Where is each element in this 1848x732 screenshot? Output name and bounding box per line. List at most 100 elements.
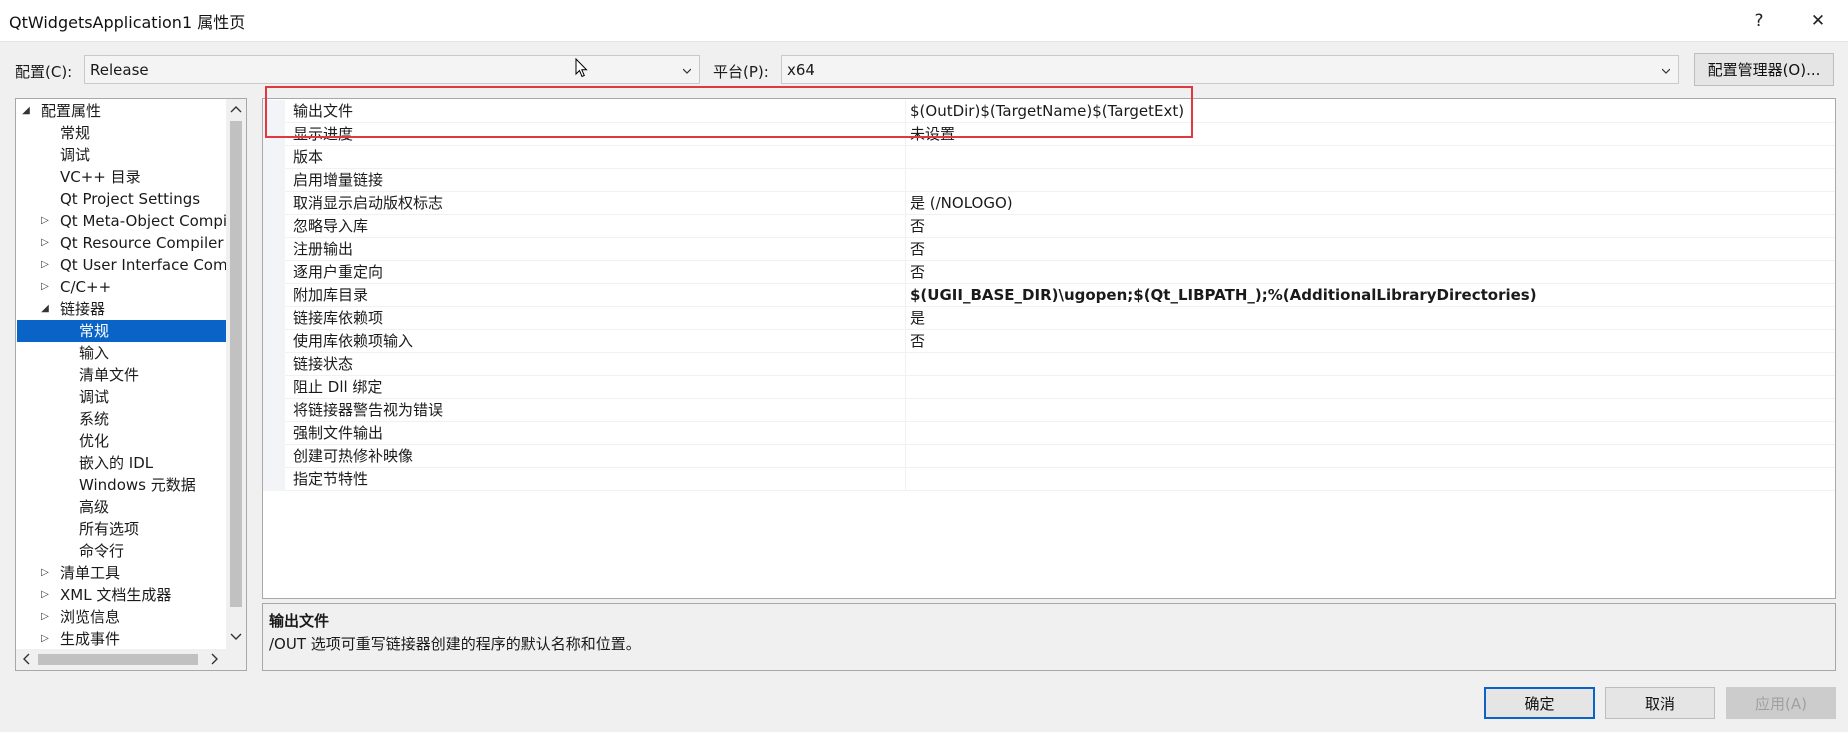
property-row[interactable]: 取消显示启动版权标志 是 (/NOLOGO) [263,192,1835,215]
tree-vertical-scrollbar[interactable] [226,99,246,649]
tree-item[interactable]: ▷ 生成事件 [17,628,226,650]
config-dropdown[interactable]: Release [84,55,700,84]
property-value[interactable] [905,353,1835,376]
property-value[interactable]: 否 [905,215,1835,238]
property-row[interactable]: 输出文件 $(OutDir)$(TargetName)$(TargetExt) [263,100,1835,123]
tree-item-label: 清单文件 [79,366,140,384]
tree-item[interactable]: ▷ XML 文档生成器 [17,584,226,606]
close-icon: ✕ [1810,11,1826,31]
property-row[interactable]: 强制文件输出 [263,422,1835,445]
scroll-left-icon[interactable] [20,652,34,666]
tree-item[interactable]: ◢ 配置属性 [17,100,226,122]
help-button[interactable]: ? [1730,0,1788,42]
tree-item[interactable]: 调试 [17,144,226,166]
property-row[interactable]: 指定节特性 [263,468,1835,491]
property-value[interactable]: 否 [905,330,1835,353]
tree-item[interactable]: VC++ 目录 [17,166,226,188]
tree-item[interactable]: ▷ Qt Meta-Object Compi [17,210,226,232]
property-value[interactable]: 是 (/NOLOGO) [905,192,1835,215]
tree-horizontal-scroll-thumb[interactable] [38,654,198,665]
property-row[interactable]: 启用增量链接 [263,169,1835,192]
tree-item[interactable]: 所有选项 [17,518,226,540]
collapsed-arrow-icon[interactable]: ▷ [39,628,51,650]
tree-item-label: 生成事件 [60,630,121,648]
property-row[interactable]: 注册输出 否 [263,238,1835,261]
collapsed-arrow-icon[interactable]: ▷ [39,210,51,232]
property-value[interactable] [905,468,1835,491]
platform-label: 平台(P): [713,63,769,81]
property-value[interactable]: $(OutDir)$(TargetName)$(TargetExt) [905,100,1835,123]
ok-button[interactable]: 确定 [1484,687,1595,719]
tree-item-label: 系统 [79,410,110,428]
property-row[interactable]: 链接库依赖项 是 [263,307,1835,330]
platform-dropdown[interactable]: x64 [781,55,1679,84]
property-value[interactable]: 未设置 [905,123,1835,146]
tree-item[interactable]: 系统 [17,408,226,430]
property-row[interactable]: 阻止 Dll 绑定 [263,376,1835,399]
tree-horizontal-scrollbar[interactable] [16,649,226,670]
tree-item[interactable]: ▷ Qt Resource Compiler [17,232,226,254]
tree-item[interactable]: 优化 [17,430,226,452]
tree-item[interactable]: ▷ 浏览信息 [17,606,226,628]
property-row[interactable]: 链接状态 [263,353,1835,376]
property-row[interactable]: 使用库依赖项输入 否 [263,330,1835,353]
collapsed-arrow-icon[interactable]: ▷ [39,254,51,276]
tree-item[interactable]: Qt Project Settings [17,188,226,210]
property-value[interactable]: $(UGII_BASE_DIR)\ugopen;$(Qt_LIBPATH_);%… [905,284,1835,307]
property-value[interactable] [905,169,1835,192]
tree-item[interactable]: Windows 元数据 [17,474,226,496]
tree-item[interactable]: ▷ 清单工具 [17,562,226,584]
tree-item-label: 优化 [79,432,110,450]
property-value[interactable] [905,422,1835,445]
scroll-up-icon[interactable] [229,103,243,117]
property-name: 取消显示启动版权标志 [293,194,444,212]
tree-item[interactable]: 常规 [17,122,226,144]
tree-item[interactable]: 常规 [17,320,226,342]
property-value[interactable] [905,376,1835,399]
scroll-right-icon[interactable] [207,652,221,666]
description-title: 输出文件 [269,612,330,630]
collapsed-arrow-icon[interactable]: ▷ [39,606,51,628]
property-row[interactable]: 将链接器警告视为错误 [263,399,1835,422]
tree-item-label: 所有选项 [79,520,140,538]
config-manager-button[interactable]: 配置管理器(O)... [1694,53,1834,86]
close-button[interactable]: ✕ [1789,0,1847,42]
config-value: Release [90,61,149,79]
property-value[interactable]: 是 [905,307,1835,330]
tree-item[interactable]: 命令行 [17,540,226,562]
property-row[interactable]: 忽略导入库 否 [263,215,1835,238]
tree-item-label: 命令行 [79,542,125,560]
row-gutter [263,399,285,422]
tree-item-label: 链接器 [60,300,106,318]
tree-item[interactable]: 输入 [17,342,226,364]
tree-vertical-scroll-thumb[interactable] [230,121,242,607]
tree-item[interactable]: 嵌入的 IDL [17,452,226,474]
apply-button[interactable]: 应用(A) [1726,687,1836,719]
collapsed-arrow-icon[interactable]: ▷ [39,584,51,606]
tree-item[interactable]: 清单文件 [17,364,226,386]
cancel-button[interactable]: 取消 [1605,687,1715,719]
property-value[interactable] [905,445,1835,468]
property-row[interactable]: 创建可热修补映像 [263,445,1835,468]
property-row[interactable]: 版本 [263,146,1835,169]
tree-item[interactable]: ▷ Qt User Interface Comp [17,254,226,276]
property-value[interactable]: 否 [905,238,1835,261]
property-row[interactable]: 显示进度 未设置 [263,123,1835,146]
property-value[interactable] [905,399,1835,422]
tree-item[interactable]: 调试 [17,386,226,408]
tree-item-label: Qt Meta-Object Compi [60,212,226,230]
tree-item[interactable]: ◢ 链接器 [17,298,226,320]
collapsed-arrow-icon[interactable]: ▷ [39,232,51,254]
tree-item[interactable]: 高级 [17,496,226,518]
tree-item[interactable]: ▷ C/C++ [17,276,226,298]
property-row[interactable]: 附加库目录 $(UGII_BASE_DIR)\ugopen;$(Qt_LIBPAT… [263,284,1835,307]
scroll-down-icon[interactable] [229,629,243,643]
expanded-arrow-icon[interactable]: ◢ [39,298,51,320]
expanded-arrow-icon[interactable]: ◢ [20,100,32,122]
collapsed-arrow-icon[interactable]: ▷ [39,276,51,298]
property-name: 输出文件 [293,102,354,120]
collapsed-arrow-icon[interactable]: ▷ [39,562,51,584]
property-value[interactable]: 否 [905,261,1835,284]
property-value[interactable] [905,146,1835,169]
property-row[interactable]: 逐用户重定向 否 [263,261,1835,284]
